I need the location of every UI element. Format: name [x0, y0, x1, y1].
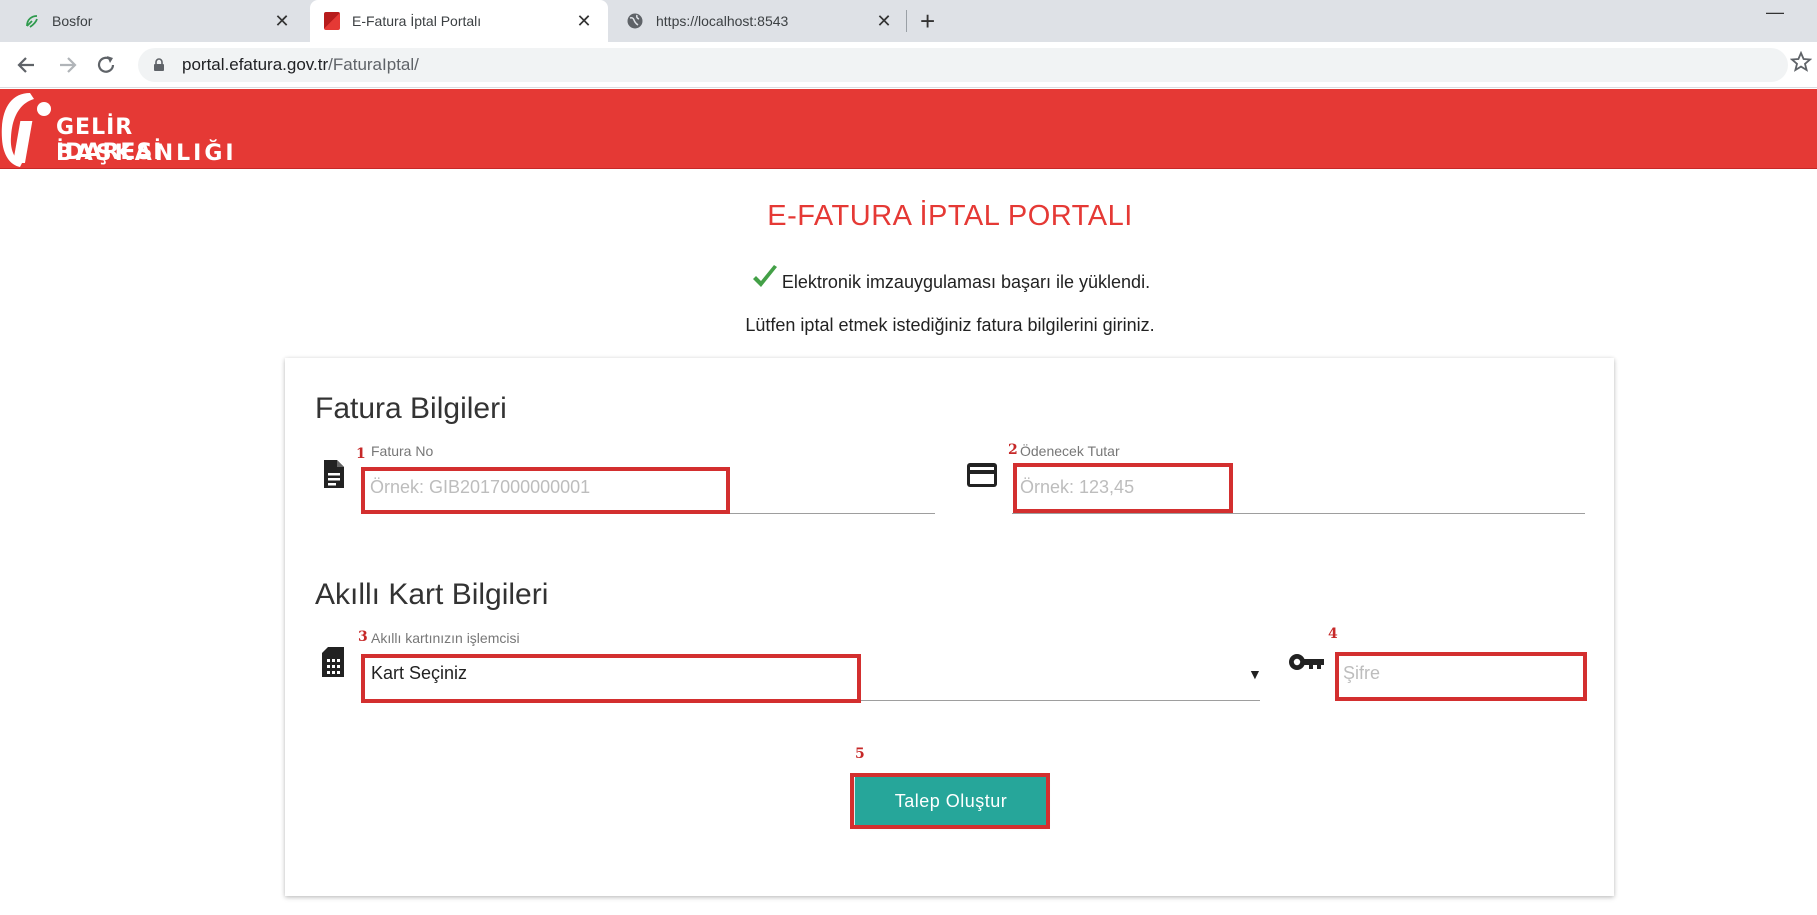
tab-title: https://localhost:8543: [656, 13, 789, 29]
logo-line-2: BAŞKANLIĞI: [56, 141, 237, 166]
dropdown-caret-icon[interactable]: ▼: [1248, 666, 1262, 682]
gib-logo-icon: [1, 93, 51, 167]
fatura-no-underline: [362, 513, 935, 514]
annotation-marker-5: 5: [855, 746, 865, 762]
new-tab-button[interactable]: +: [920, 6, 935, 37]
back-arrow-icon[interactable]: [14, 54, 40, 76]
fatura-no-input[interactable]: [362, 470, 727, 504]
document-icon: [324, 460, 344, 488]
globe-icon: [627, 13, 643, 29]
annotation-marker-3: 3: [358, 629, 368, 645]
browser-address-bar: portal.efatura.gov.tr/FaturaIptal/: [0, 42, 1817, 88]
reload-icon[interactable]: [94, 54, 120, 76]
gib-favicon-icon: [324, 12, 340, 30]
bookmark-star-icon[interactable]: [1790, 51, 1812, 73]
sifre-input[interactable]: [1335, 656, 1585, 690]
tutar-label: Ödenecek Tutar: [1020, 443, 1120, 459]
talep-olustur-button[interactable]: Talep Oluştur: [855, 777, 1047, 825]
gib-logo[interactable]: GELİR İDARESİ BAŞKANLIĞI: [0, 89, 240, 169]
sim-card-icon: [322, 647, 344, 677]
bosfor-favicon-icon: [26, 15, 38, 28]
minimize-button[interactable]: —: [1766, 2, 1784, 23]
islemci-label: Akıllı kartınızın işlemcisi: [371, 630, 520, 646]
url-host: portal.efatura.gov.tr: [182, 55, 329, 74]
tutar-input[interactable]: [1012, 470, 1232, 504]
annotation-marker-4: 4: [1328, 626, 1338, 642]
islemci-underline: [362, 700, 1260, 701]
success-message-text: Elektronik imzauygulaması başarı ile yük…: [781, 272, 1151, 292]
tab-close-icon[interactable]: ✕: [874, 11, 894, 32]
tab-localhost[interactable]: https://localhost:8543 ✕: [612, 0, 908, 42]
browser-tab-bar: Bosfor ✕ E-Fatura İptal Portalı ✕ https:…: [0, 0, 1817, 42]
tab-close-icon[interactable]: ✕: [574, 11, 594, 32]
islemci-select[interactable]: Kart Seçiniz: [371, 663, 467, 684]
url-path: /FaturaIptal/: [328, 55, 419, 74]
success-message: Elektronik imzauygulaması başarı ile yük…: [0, 264, 1817, 293]
annotation-marker-1: 1: [356, 446, 366, 462]
kart-section-title: Akıllı Kart Bilgileri: [315, 578, 549, 611]
forward-arrow-icon[interactable]: [54, 54, 80, 76]
header-banner: GELİR İDARESİ BAŞKANLIĞI: [0, 89, 1817, 169]
fatura-section-title: Fatura Bilgileri: [315, 392, 507, 425]
instruction-text: Lütfen iptal etmek istediğiniz fatura bi…: [745, 315, 1155, 335]
tab-efatura[interactable]: E-Fatura İptal Portalı ✕: [310, 0, 608, 42]
checkmark-icon: [752, 265, 777, 287]
tab-separator: [906, 10, 907, 32]
tab-title: E-Fatura İptal Portalı: [352, 13, 482, 29]
page-title: E-FATURA İPTAL PORTALI: [767, 200, 1133, 232]
lock-icon: [154, 58, 164, 71]
tab-bosfor[interactable]: Bosfor ✕: [10, 0, 306, 42]
tutar-underline: [1012, 513, 1585, 514]
credit-card-icon: [967, 463, 997, 487]
tab-title: Bosfor: [52, 13, 93, 29]
annotation-marker-2: 2: [1008, 442, 1018, 458]
tab-close-icon[interactable]: ✕: [272, 11, 292, 32]
url-field[interactable]: portal.efatura.gov.tr/FaturaIptal/: [138, 48, 1788, 82]
fatura-no-label: Fatura No: [371, 443, 434, 459]
key-icon: [1289, 654, 1324, 670]
